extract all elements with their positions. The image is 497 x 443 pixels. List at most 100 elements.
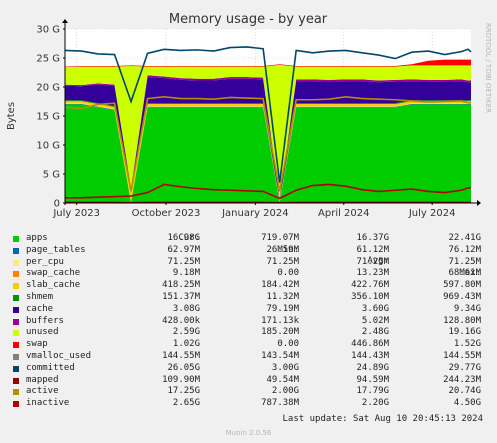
- legend-row-mapped: mapped 109.90M 49.54M 94.59M 244.23M: [13, 375, 483, 387]
- legend-swatch: [13, 389, 19, 396]
- legend-cur: 3.08G: [172, 303, 200, 314]
- legend-cur: 2.65G: [172, 398, 200, 409]
- legend-max: 29.77G: [448, 362, 481, 373]
- legend-swatch: [13, 342, 19, 349]
- legend-avg: 13.23M: [356, 268, 389, 279]
- legend-rows: apps 16.98G 719.07M 16.37G 22.41G page_tables…: [13, 233, 483, 410]
- y-tick-label: 30 G: [36, 25, 60, 36]
- x-tick-label: January 2024: [221, 208, 289, 219]
- legend-avg: 16.37G: [356, 233, 389, 243]
- legend-series-name: page_tables: [26, 244, 86, 255]
- legend-series-name: inactive: [26, 398, 70, 409]
- legend-row-buffers: buffers 428.00k 171.13k 5.02M 128.80M: [13, 316, 483, 328]
- legend-cur: 9.18M: [172, 268, 200, 279]
- legend-series-name: committed: [26, 362, 75, 373]
- legend-avg: 144.43M: [351, 350, 389, 361]
- legend-cur: 62.97M: [167, 244, 200, 255]
- legend-swatch: [13, 236, 19, 242]
- legend-cur: 1.02G: [172, 339, 200, 350]
- legend-row-slab-cache: slab_cache 418.25M 184.42M 422.76M 597.80M: [13, 280, 483, 292]
- legend-min: 0.00: [277, 339, 299, 350]
- legend-max: 1.52G: [453, 339, 481, 350]
- legend: Cur: Min: Avg: Max: apps 16.98G 719.07M 16.…: [13, 221, 483, 410]
- legend-row-shmem: shmem 151.37M 11.32M 356.10M 969.43M: [13, 292, 483, 304]
- legend-min: 2.00G: [271, 386, 299, 397]
- legend-cur: 17.25G: [167, 386, 200, 397]
- legend-series-name: cache: [26, 303, 54, 314]
- last-update: Last update: Sat Aug 10 20:45:13 2024: [282, 414, 483, 424]
- legend-swatch: [13, 271, 19, 278]
- legend-row-page-tables: page_tables 62.97M 26.59M 61.12M 76.12M: [13, 245, 483, 257]
- legend-max: 76.12M: [448, 244, 481, 255]
- legend-max: 68.61M: [448, 268, 481, 279]
- legend-row-inactive: inactive 2.65G 787.38M 2.20G 4.50G: [13, 398, 483, 410]
- legend-swatch: [13, 294, 19, 301]
- legend-row-per-cpu: per_cpu 71.25M 71.25M 71.25M 71.25M: [13, 257, 483, 269]
- legend-series-name: slab_cache: [26, 280, 81, 291]
- x-tick-label: July 2023: [52, 208, 100, 219]
- y-tick-label: 25 G: [36, 54, 60, 65]
- legend-cur: 418.25M: [162, 280, 200, 291]
- legend-cur: 428.00k: [162, 315, 200, 326]
- legend-min: 184.42M: [261, 280, 299, 291]
- legend-avg: 422.76M: [351, 280, 389, 291]
- legend-swatch: [13, 330, 19, 337]
- legend-min: 49.54M: [266, 374, 299, 385]
- legend-swatch: [13, 247, 19, 254]
- legend-min: 171.13k: [261, 315, 299, 326]
- legend-swatch: [13, 306, 19, 313]
- legend-avg: 24.89G: [356, 362, 389, 373]
- legend-avg: 61.12M: [356, 244, 389, 255]
- legend-series-name: per_cpu: [26, 256, 64, 267]
- legend-avg: 356.10M: [351, 291, 389, 302]
- legend-row-vmalloc-used: vmalloc_used 144.55M 143.54M 144.43M 144.55M: [13, 351, 483, 363]
- legend-cur: 71.25M: [167, 256, 200, 267]
- legend-max: 71.25M: [448, 256, 481, 267]
- legend-avg: 5.02M: [361, 315, 389, 326]
- y-tick-label: 10 G: [36, 141, 60, 152]
- legend-avg: 71.25M: [356, 256, 389, 267]
- legend-series-name: shmem: [26, 291, 54, 302]
- legend-avg: 2.48G: [361, 327, 389, 338]
- legend-swatch: [13, 353, 19, 360]
- y-tick-label: 15 G: [36, 112, 60, 123]
- x-axis-arrow-icon: [477, 200, 481, 206]
- legend-max: 20.74G: [448, 386, 481, 397]
- legend-row-unused: unused 2.59G 185.20M 2.48G 19.16G: [13, 327, 483, 339]
- legend-series-name: active: [26, 386, 59, 397]
- legend-swatch: [13, 401, 19, 408]
- legend-avg: 3.60G: [361, 303, 389, 314]
- y-tick-label: 20 G: [36, 83, 60, 94]
- legend-cur: 2.59G: [172, 327, 200, 338]
- legend-max: 244.23M: [443, 374, 481, 385]
- legend-avg: 446.86M: [351, 339, 389, 350]
- legend-max: 4.50G: [453, 398, 481, 409]
- legend-swatch: [13, 318, 19, 325]
- legend-max: 22.41G: [448, 233, 481, 243]
- legend-cur: 151.37M: [162, 291, 200, 302]
- legend-header: Cur: Min: Avg: Max:: [13, 221, 483, 278]
- legend-series-name: buffers: [26, 315, 64, 326]
- legend-cur: 109.90M: [162, 374, 200, 385]
- legend-row-swap: swap 1.02G 0.00 446.86M 1.52G: [13, 339, 483, 351]
- legend-swatch: [13, 283, 19, 290]
- legend-max: 128.80M: [443, 315, 481, 326]
- chart-title: Memory usage - by year: [169, 12, 328, 27]
- legend-avg: 17.79G: [356, 386, 389, 397]
- legend-max: 9.34G: [453, 303, 481, 314]
- legend-cur: 16.98G: [167, 233, 200, 243]
- legend-min: 787.38M: [261, 398, 299, 409]
- munin-footer: Munin 2.0.56: [225, 429, 272, 437]
- legend-series-name: swap: [26, 339, 48, 350]
- legend-series-name: mapped: [26, 374, 59, 385]
- legend-series-name: swap_cache: [26, 268, 81, 279]
- legend-max: 144.55M: [443, 350, 481, 361]
- legend-avg: 94.59M: [356, 374, 389, 385]
- legend-min: 3.00G: [271, 362, 299, 373]
- legend-row-committed: committed 26.05G 3.00G 24.89G 29.77G: [13, 363, 483, 375]
- y-tick-label: 5 G: [43, 170, 60, 181]
- legend-max: 19.16G: [448, 327, 481, 338]
- legend-series-name: unused: [26, 327, 59, 338]
- legend-cur: 26.05G: [167, 362, 200, 373]
- legend-avg: 2.20G: [361, 398, 389, 409]
